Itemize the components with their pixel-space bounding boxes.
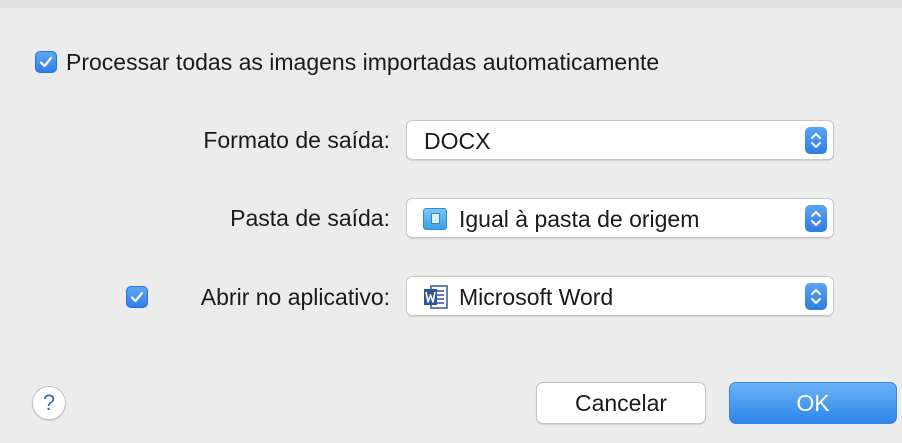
up-down-arrows-icon <box>811 289 821 304</box>
output-folder-value: Igual à pasta de origem <box>459 206 700 232</box>
help-button[interactable]: ? <box>32 386 66 420</box>
up-down-arrows-icon <box>811 133 821 148</box>
open-in-app-stepper-icon[interactable] <box>805 283 827 310</box>
output-format-label: Formato de saída: <box>203 127 390 153</box>
open-in-app-checkbox[interactable] <box>126 286 148 308</box>
checkmark-icon <box>39 56 53 68</box>
output-folder-stepper-icon[interactable] <box>805 205 827 232</box>
open-in-app-select[interactable]: Microsoft Word <box>406 276 834 316</box>
checkmark-icon <box>130 291 144 303</box>
process-all-checkbox[interactable] <box>35 51 57 73</box>
up-down-arrows-icon <box>811 211 821 226</box>
ok-button[interactable]: OK <box>729 382 897 424</box>
cancel-button[interactable]: Cancelar <box>536 382 706 424</box>
output-folder-label: Pasta de saída: <box>230 205 390 231</box>
folder-icon <box>423 208 447 230</box>
open-in-app-value: Microsoft Word <box>459 284 614 310</box>
process-all-label: Processar todas as imagens importadas au… <box>66 49 660 75</box>
output-format-value: DOCX <box>424 128 491 154</box>
window-top-edge <box>0 0 902 8</box>
output-format-select[interactable]: DOCX <box>406 120 834 160</box>
open-in-app-label: Abrir no aplicativo: <box>200 284 390 310</box>
output-folder-select[interactable]: Igual à pasta de origem <box>406 198 834 238</box>
output-format-stepper-icon[interactable] <box>805 127 827 154</box>
word-icon <box>424 285 448 309</box>
